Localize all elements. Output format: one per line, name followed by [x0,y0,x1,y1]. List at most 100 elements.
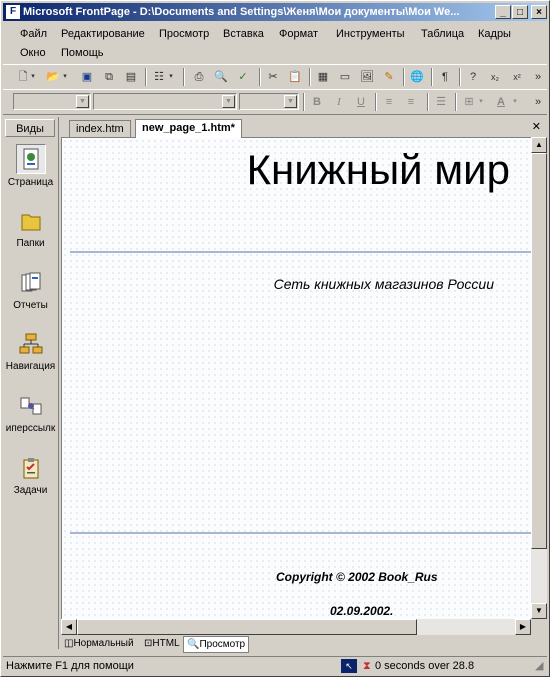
toolbar-separator [403,68,405,86]
view-tasks-label: Задачи [13,485,48,496]
font-color-icon[interactable]: A [493,94,509,110]
title-bar[interactable]: F Microsoft FrontPage - D:\Documents and… [3,3,547,21]
vertical-scrollbar[interactable]: ▲ ▼ [531,137,547,619]
horizontal-rule [70,251,532,253]
chevron-down-icon[interactable]: ▼ [76,95,89,108]
minimize-button[interactable]: _ [495,5,511,19]
help-icon[interactable]: ? [465,69,481,85]
insert-picture-icon[interactable]: 🖼 [359,69,375,85]
resize-grip-icon[interactable]: ◢ [535,659,543,673]
toolbar-separator [431,68,433,86]
show-all-icon[interactable]: ¶ [437,69,453,85]
font-color-dropdown-icon[interactable]: ▾ [511,94,519,110]
publish-icon[interactable]: ⧉ [101,69,117,85]
frontpage-app-icon[interactable]: F [6,5,20,19]
horizontal-scroll-thumb[interactable] [77,619,417,635]
align-left-icon[interactable]: ≡ [381,94,397,110]
scroll-left-icon[interactable]: ◀ [61,619,77,635]
print-preview-icon[interactable]: 🔍 [213,69,229,85]
open-folder-icon[interactable]: 📂 [45,69,61,85]
toolbar-overflow-icon[interactable]: » [533,94,543,110]
print-icon[interactable]: ⎙ [191,69,207,85]
mode-preview-label: Просмотр [199,639,246,650]
views-icon[interactable]: ☷ [151,69,167,85]
superscript-icon[interactable]: x² [509,69,525,85]
view-reports-label: Отчеты [13,300,48,311]
paste-icon[interactable]: 📋 [287,69,303,85]
horizontal-scrollbar[interactable]: ◀ ▶ [61,619,531,635]
page-copyright: Copyright © 2002 Book_Rus [276,570,438,584]
style-select[interactable]: ▼ [13,93,91,110]
hyperlink-icon[interactable]: 🌐 [409,69,425,85]
bold-icon[interactable]: B [309,94,325,110]
tab-index-htm[interactable]: index.htm [69,120,131,137]
menu-file[interactable]: Файл [17,27,50,41]
document-tabs: index.htm new_page_1.htm* ✕ [59,117,547,138]
app-window: F Microsoft FrontPage - D:\Documents and… [0,0,550,677]
menu-window[interactable]: Окно [17,46,49,60]
underline-icon[interactable]: U [353,94,369,110]
view-page-label: Страница [7,177,54,188]
spelling-icon[interactable]: ✓ [235,69,251,85]
maximize-button[interactable]: □ [512,5,528,19]
toolbar-separator [309,68,311,86]
view-navigation[interactable]: Навигация [3,330,58,372]
tab-new-page-1[interactable]: new_page_1.htm* [135,119,242,138]
scroll-right-icon[interactable]: ▶ [515,619,531,635]
subscript-icon[interactable]: x₂ [487,69,503,85]
menu-help[interactable]: Помощь [58,46,107,60]
reports-icon [21,272,40,292]
menu-edit[interactable]: Редактирование [58,27,148,41]
view-tasks[interactable]: Задачи [3,454,58,496]
views-bar-title: Виды [5,119,55,137]
menu-view[interactable]: Просмотр [156,27,212,41]
save-icon[interactable]: ▣ [79,69,95,85]
scroll-down-icon[interactable]: ▼ [531,603,547,619]
window-title: Microsoft FrontPage - D:\Documents and S… [23,6,460,18]
toolbar-separator [259,68,261,86]
menu-insert[interactable]: Вставка [220,27,267,41]
drawing-icon[interactable]: ✎ [381,69,397,85]
font-select[interactable]: ▼ [93,93,237,110]
new-dropdown-icon[interactable]: ▾ [29,69,37,85]
menu-tools[interactable]: Инструменты [333,27,408,41]
mode-preview-tab[interactable]: 🔍Просмотр [183,636,250,653]
page-editor[interactable]: Книжный мир Сеть книжных магазинов Росси… [61,137,533,621]
mode-normal-tab[interactable]: ◫Нормальный [61,636,137,651]
menu-table[interactable]: Таблица [418,27,467,41]
menu-bar: Файл Редактирование Просмотр Вставка Фор… [3,23,547,63]
status-hint: Нажмите F1 для помощи [6,660,134,672]
menu-format[interactable]: Формат [276,27,321,41]
views-dropdown-icon[interactable]: ▾ [167,69,175,85]
chevron-down-icon[interactable]: ▼ [222,95,235,108]
view-navigation-label: Навигация [5,361,56,372]
folder-list-icon[interactable]: ▤ [123,69,139,85]
hourglass-icon: ⧗ [363,660,371,672]
tasks-icon [23,458,38,479]
vertical-scroll-thumb[interactable] [531,153,547,549]
close-document-icon[interactable]: ✕ [532,120,541,133]
cut-icon[interactable]: ✂ [265,69,281,85]
open-dropdown-icon[interactable]: ▾ [61,69,69,85]
insert-component-icon[interactable]: ▦ [315,69,331,85]
view-reports[interactable]: Отчеты [3,269,58,311]
scroll-up-icon[interactable]: ▲ [531,137,547,153]
align-center-icon[interactable]: ≡ [403,94,419,110]
menu-frames[interactable]: Кадры [475,27,514,41]
view-hyperlinks[interactable]: иперссылк [3,392,58,434]
toolbar-separator [303,93,305,111]
mode-html-tab[interactable]: ⊡HTML [141,636,183,651]
scrollbar-corner [531,619,547,635]
view-page[interactable]: Страница [3,144,58,188]
bullets-icon[interactable]: ☰ [433,94,449,110]
italic-icon[interactable]: I [331,94,347,110]
borders-icon[interactable]: ⊞ [461,94,477,110]
toolbar-overflow-icon[interactable]: » [533,69,543,85]
borders-dropdown-icon[interactable]: ▾ [477,94,485,110]
view-folders[interactable]: Папки [3,207,58,249]
chevron-down-icon[interactable]: ▼ [284,95,297,108]
close-button[interactable]: × [531,5,547,19]
insert-table-icon[interactable]: ▭ [337,69,353,85]
formatting-toolbar: ▼ ▼ ▼ B I U ≡ ≡ ☰ ⊞ ▾ A ▾ » [3,89,547,115]
font-size-select[interactable]: ▼ [239,93,299,110]
